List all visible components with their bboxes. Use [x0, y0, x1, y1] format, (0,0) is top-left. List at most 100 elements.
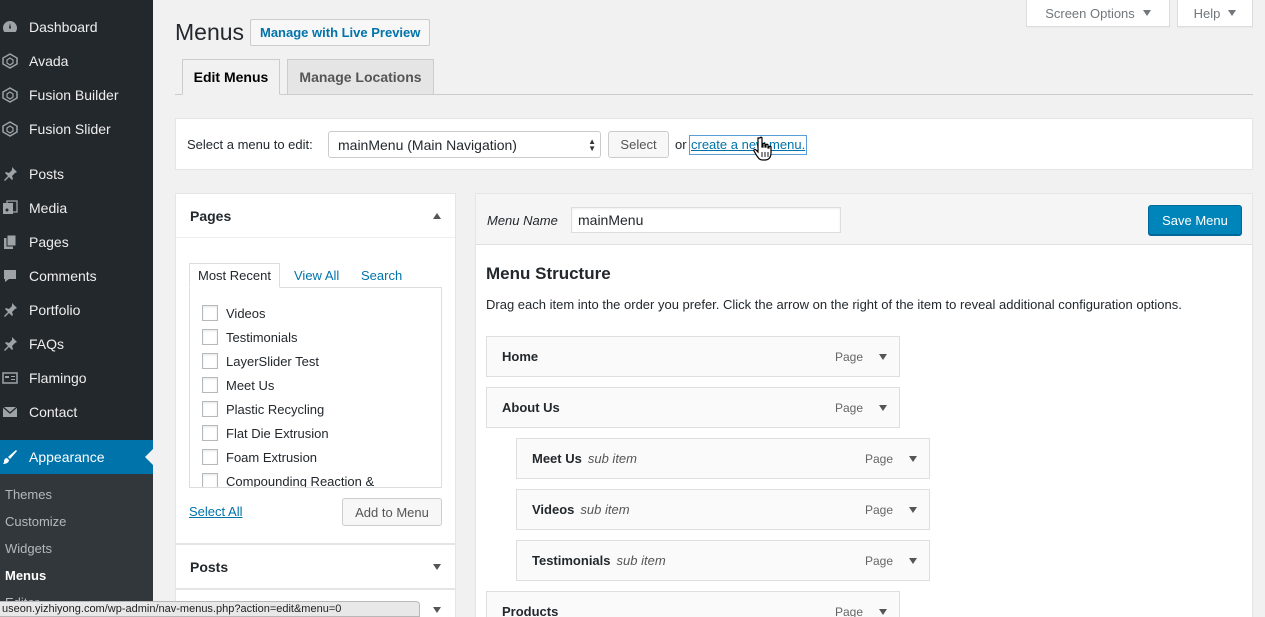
select-menu-label: Select a menu to edit:	[187, 136, 313, 152]
menu-item-meet-us[interactable]: Meet Us sub item Page	[516, 438, 930, 479]
menu-item-title: Meet Us sub item	[532, 451, 637, 466]
pages-icon	[0, 225, 29, 259]
checkbox[interactable]	[202, 329, 218, 345]
select-all-link[interactable]: Select All	[189, 504, 242, 519]
list-item[interactable]: Flat Die Extrusion	[202, 425, 329, 441]
checkbox[interactable]	[202, 449, 218, 465]
list-item[interactable]: Meet Us	[202, 377, 274, 393]
pages-list-panel[interactable]: Videos Testimonials LayerSlider Test Mee…	[189, 287, 442, 488]
expand-arrow-icon[interactable]	[433, 607, 441, 613]
sidebar-item-label: Dashboard	[29, 19, 98, 35]
screen-options-button[interactable]: Screen Options	[1026, 0, 1170, 27]
create-new-menu-link[interactable]: create a new menu.	[688, 135, 808, 155]
appearance-submenu: Themes Customize Widgets Menus Editor	[0, 474, 153, 617]
menu-item-testimonials[interactable]: Testimonials sub item Page	[516, 540, 930, 581]
tab-manage-locations[interactable]: Manage Locations	[287, 59, 434, 95]
list-item[interactable]: Videos	[202, 305, 266, 321]
select-button[interactable]: Select	[608, 131, 669, 158]
menu-item-title: Home	[502, 349, 539, 364]
menu-item-videos[interactable]: Videos sub item Page	[516, 489, 930, 530]
checkbox[interactable]	[202, 425, 218, 441]
pages-box-header[interactable]: Pages	[176, 194, 455, 237]
sidebar-item-pages[interactable]: Pages	[0, 225, 153, 259]
flamingo-icon	[0, 361, 29, 395]
submenu-item-widgets[interactable]: Widgets	[5, 541, 52, 556]
avada-icon	[0, 44, 29, 78]
list-item[interactable]: Plastic Recycling	[202, 401, 324, 417]
chevron-down-icon[interactable]	[909, 507, 917, 513]
sidebar-item-appearance[interactable]: Appearance	[0, 440, 153, 474]
menu-edit-panel: Menu Name mainMenu Save Menu Menu Struct…	[475, 193, 1253, 617]
comments-icon	[0, 259, 29, 293]
save-menu-button[interactable]: Save Menu	[1148, 205, 1242, 235]
tab-view-all[interactable]: View All	[294, 263, 339, 288]
checkbox[interactable]	[202, 401, 218, 417]
menu-name-label: Menu Name	[487, 213, 558, 228]
sidebar-item-fusion-builder[interactable]: Fusion Builder	[0, 78, 153, 112]
expand-arrow-icon[interactable]	[433, 563, 441, 570]
chevron-down-icon	[1228, 10, 1237, 16]
sidebar-item-label: FAQs	[29, 336, 65, 352]
chevron-down-icon[interactable]	[879, 609, 887, 615]
chevron-down-icon[interactable]	[879, 354, 887, 360]
checkbox[interactable]	[202, 305, 218, 321]
chevron-down-icon[interactable]	[879, 405, 887, 411]
submenu-item-themes[interactable]: Themes	[5, 487, 52, 502]
checkbox[interactable]	[202, 377, 218, 393]
menu-item-title: Videos sub item	[532, 502, 630, 517]
checkbox[interactable]	[202, 473, 218, 487]
menu-item-about-us[interactable]: About Us Page	[486, 387, 900, 428]
list-item[interactable]: Foam Extrusion	[202, 449, 317, 465]
menu-structure-description: Drag each item into the order you prefer…	[486, 297, 1182, 312]
admin-sidebar: Dashboard Avada Fusion Builder Fusion Sl…	[0, 0, 153, 617]
pages-box-title: Pages	[190, 207, 232, 224]
page-label: Videos	[226, 305, 266, 321]
posts-box: Posts	[175, 544, 456, 589]
help-button[interactable]: Help	[1177, 0, 1253, 27]
sidebar-item-flamingo[interactable]: Flamingo	[0, 361, 153, 395]
add-to-menu-button[interactable]: Add to Menu	[342, 498, 442, 526]
tab-edit-menus[interactable]: Edit Menus	[182, 59, 280, 95]
manage-live-preview-button[interactable]: Manage with Live Preview	[250, 19, 431, 46]
page-label: Testimonials	[226, 329, 298, 345]
menu-item-home[interactable]: Home Page	[486, 336, 900, 377]
sidebar-item-contact[interactable]: Contact	[0, 395, 153, 429]
menu-item-type: Page	[834, 349, 863, 364]
list-item[interactable]: Testimonials	[202, 329, 298, 345]
collapse-arrow-icon[interactable]	[433, 212, 441, 219]
chevron-down-icon	[1142, 10, 1151, 16]
posts-box-header[interactable]: Posts	[176, 545, 455, 588]
pin-icon	[0, 157, 29, 191]
fusion-builder-icon	[0, 78, 29, 112]
menu-select-dropdown[interactable]: mainMenu (Main Navigation) ▲ ▼	[328, 131, 601, 158]
checkbox[interactable]	[202, 353, 218, 369]
sidebar-item-faqs[interactable]: FAQs	[0, 327, 153, 361]
tab-search[interactable]: Search	[361, 263, 402, 288]
sidebar-item-dashboard[interactable]: Dashboard	[0, 10, 153, 44]
page-label: Flat Die Extrusion	[226, 425, 329, 441]
sidebar-item-posts[interactable]: Posts	[0, 157, 153, 191]
page-label: Compounding Reaction &	[226, 473, 375, 488]
sidebar-item-label: Pages	[29, 234, 69, 250]
sidebar-item-comments[interactable]: Comments	[0, 259, 153, 293]
hand-pointer-cursor-icon	[753, 136, 772, 161]
sidebar-item-media[interactable]: Media	[0, 191, 153, 225]
dashboard-icon	[0, 10, 29, 44]
sidebar-item-label: Fusion Builder	[29, 87, 119, 103]
sidebar-item-portfolio[interactable]: Portfolio	[0, 293, 153, 327]
menu-name-input[interactable]: mainMenu	[571, 207, 841, 233]
submenu-item-menus[interactable]: Menus	[5, 568, 46, 583]
chevron-down-icon[interactable]	[909, 456, 917, 462]
menu-item-type: Page	[834, 604, 863, 617]
sub-item-label: sub item	[587, 451, 637, 466]
tab-most-recent[interactable]: Most Recent	[189, 263, 280, 288]
submenu-item-customize[interactable]: Customize	[5, 514, 66, 529]
chevron-down-icon[interactable]	[909, 558, 917, 564]
menu-item-type: Page	[864, 553, 893, 568]
sidebar-item-fusion-slider[interactable]: Fusion Slider	[0, 112, 153, 146]
menu-item-type: Page	[864, 502, 893, 517]
menu-item-products[interactable]: Products Page	[486, 591, 900, 617]
list-item[interactable]: LayerSlider Test	[202, 353, 319, 369]
sidebar-item-avada[interactable]: Avada	[0, 44, 153, 78]
list-item[interactable]: Compounding Reaction &	[202, 473, 375, 488]
